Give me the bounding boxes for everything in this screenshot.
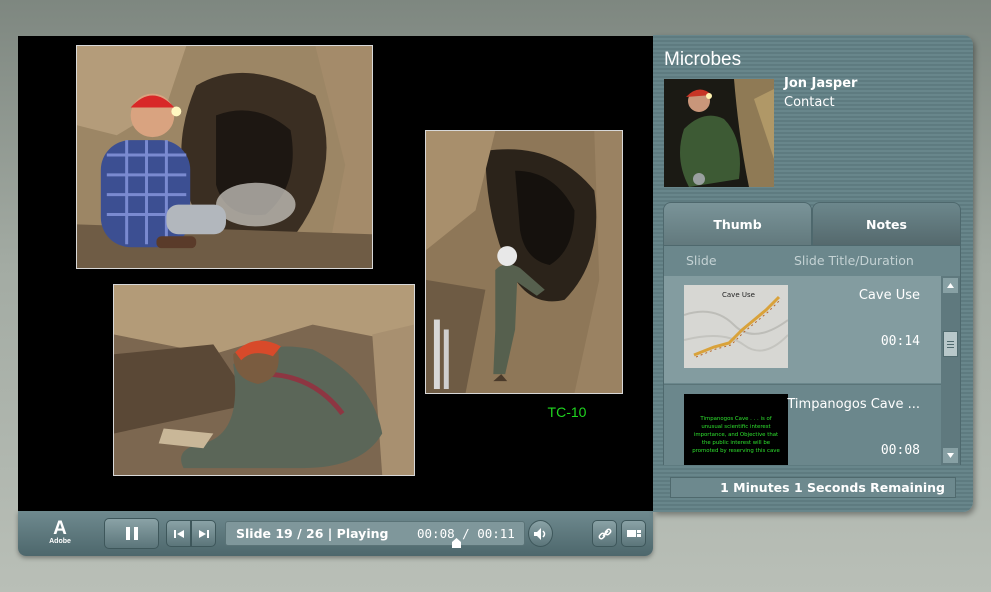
tab-notes[interactable]: Notes: [812, 202, 961, 245]
thumbnail-quote-line: unusual scientific interest: [701, 424, 770, 430]
slide-thumbnail: Cave Use: [684, 285, 788, 368]
pause-button[interactable]: [104, 518, 159, 549]
slide-list: Cave Use Cave Use 00:14 Timpanogos Cave …: [664, 276, 941, 465]
time-remaining-bar: 1 Minutes 1 Seconds Remaining: [670, 477, 956, 498]
tab-thumb[interactable]: Thumb: [663, 202, 812, 245]
slide-list-scrollbar[interactable]: [941, 276, 960, 465]
scroll-thumb[interactable]: [943, 331, 958, 357]
presenter-photo: [664, 79, 774, 187]
slide-list-panel: Slide Slide Title/Duration Cave Use Cave…: [663, 245, 961, 465]
thumbnail-quote-line: Timpanogos Cave . . . is of: [699, 416, 771, 422]
slide-caption: TC-10: [547, 404, 587, 420]
thumbnail-title-text: Cave Use: [722, 291, 755, 299]
attachments-link-button[interactable]: [592, 520, 617, 547]
playback-control-bar: A Adobe Slide 19 / 26 | Playing 00:08 / …: [18, 511, 653, 556]
slide-stage: TC-10: [18, 36, 653, 511]
slide-list-item[interactable]: Cave Use Cave Use 00:14: [664, 276, 941, 383]
seek-handle[interactable]: [452, 538, 461, 548]
sidebar-panel: Microbes Jon Jasper Contact Thumb Notes …: [653, 35, 973, 512]
column-header-title-duration: Slide Title/Duration: [794, 253, 914, 268]
layout-toggle-button[interactable]: [621, 520, 646, 547]
adobe-logo-text: Adobe: [49, 538, 71, 545]
previous-slide-button[interactable]: [166, 520, 191, 547]
time-remaining-text: 1 Minutes 1 Seconds Remaining: [720, 480, 945, 495]
arrow-down-icon: [947, 453, 954, 458]
column-header-slide: Slide: [686, 253, 717, 268]
slide-duration: 00:14: [880, 334, 920, 349]
scroll-up-button[interactable]: [943, 278, 958, 293]
previous-icon: [173, 529, 184, 538]
thumbnail-quote-line: promoted by reserving this cave: [692, 448, 780, 454]
slide-duration: 00:08: [880, 443, 920, 458]
thumbnail-quote-line: the public interest will be: [702, 440, 771, 446]
grip-icon: [947, 340, 954, 348]
slide-list-item[interactable]: Timpanogos Cave . . . is of unusual scie…: [664, 384, 941, 465]
slide-title: Timpanogos Cave ...: [787, 397, 920, 412]
next-icon: [198, 529, 209, 538]
slide-thumbnail: Timpanogos Cave . . . is of unusual scie…: [684, 394, 788, 465]
link-icon: [598, 528, 611, 539]
slide-photo-caver-climbing: [425, 130, 623, 394]
slide-photo-caver-plaid: [76, 45, 373, 269]
playback-status-bar[interactable]: Slide 19 / 26 | Playing 00:08 / 00:11: [225, 521, 525, 548]
slide-photo-caver-crawling: [113, 284, 415, 476]
slide-title: Cave Use: [858, 288, 920, 303]
volume-icon: [533, 527, 545, 540]
pause-icon: [125, 527, 138, 540]
volume-button[interactable]: [528, 520, 553, 547]
contact-link[interactable]: Contact: [784, 95, 835, 110]
scroll-down-button[interactable]: [943, 448, 958, 463]
adobe-logo-mark: A: [53, 518, 67, 539]
presenter-name: Jon Jasper: [784, 76, 858, 91]
time-readout: 00:08 / 00:11: [417, 526, 515, 541]
next-slide-button[interactable]: [191, 520, 216, 547]
thumbnail-quote-line: importance, and Objective that: [694, 432, 778, 438]
adobe-logo: A Adobe: [44, 519, 76, 549]
layout-icon: [626, 529, 641, 537]
presentation-title: Microbes: [664, 49, 742, 70]
arrow-up-icon: [947, 283, 954, 288]
slide-status: Slide 19 / 26 | Playing: [236, 526, 389, 541]
